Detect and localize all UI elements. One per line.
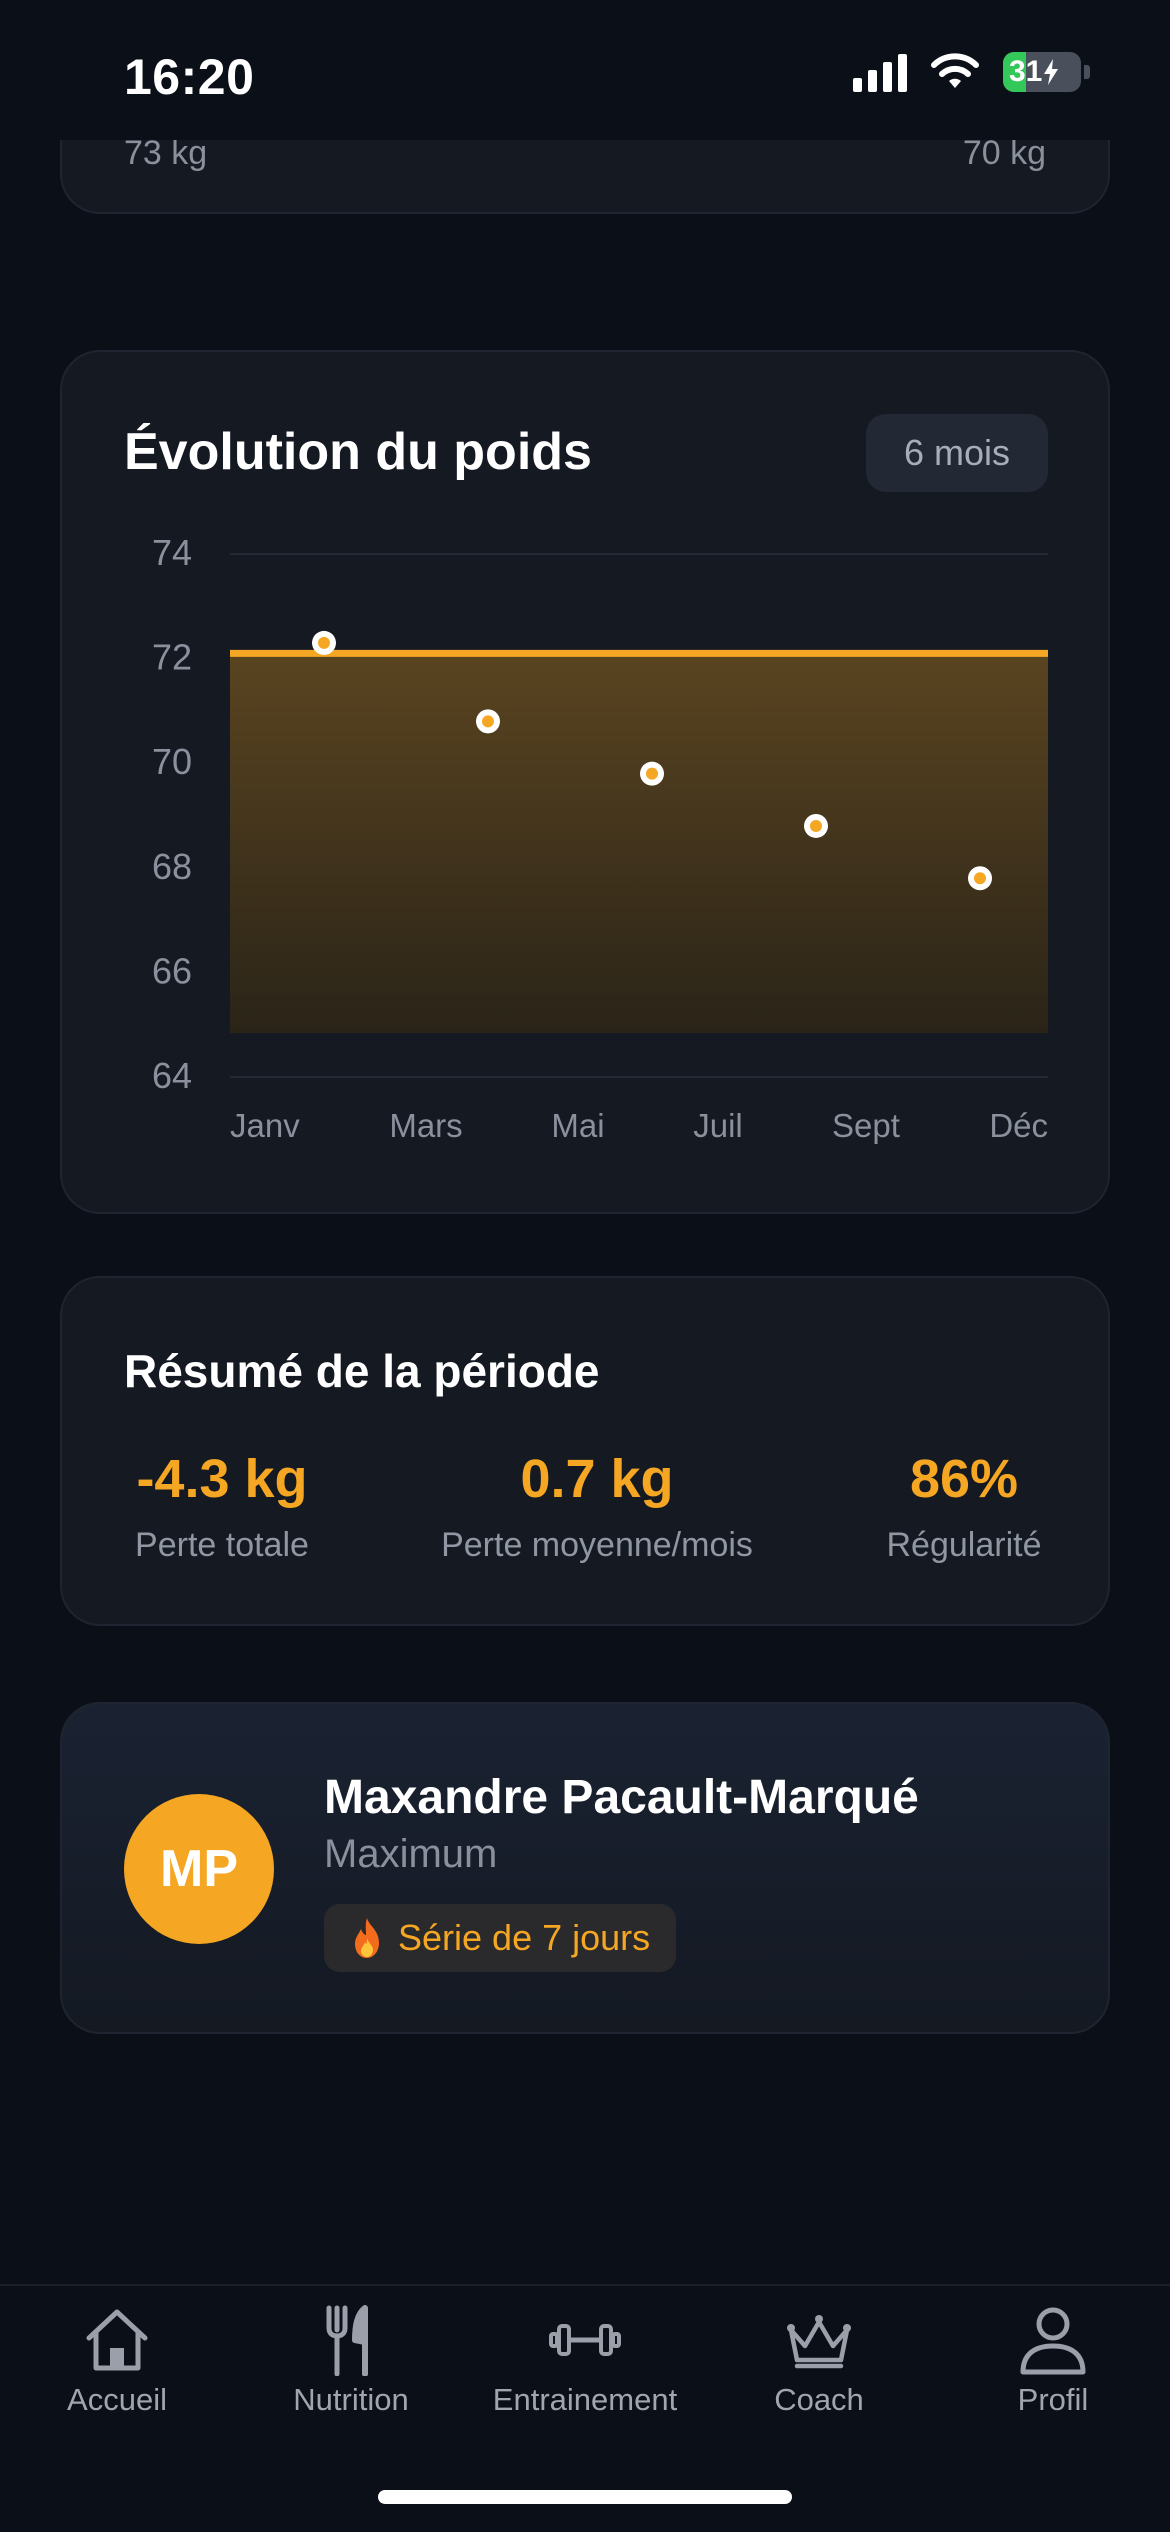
battery-icon: 31: [1003, 52, 1081, 92]
y-tick-label: 70: [152, 741, 192, 782]
x-tick-label: Mars: [389, 1107, 462, 1144]
stat-label: Perte totale: [135, 1526, 309, 1564]
stat-total-loss: -4.3 kg Perte totale: [124, 1448, 320, 1565]
weight-chart-card: 74 72 70 68 66 64 Janv Mars Mai Juil Sept Déc Évolu…: [60, 350, 1110, 1214]
person-icon: [1020, 2307, 1086, 2375]
home-indicator: [378, 2490, 792, 2504]
stat-regularity: 86% Régularité: [874, 1448, 1054, 1565]
area-fill: [230, 653, 1048, 1033]
app-screen: 73 kg 70 kg 16:20 31 74 72 70 68 66 64 J…: [0, 0, 1170, 2532]
period-selector[interactable]: 6 mois: [865, 414, 1048, 492]
status-bar: 16:20 31: [0, 0, 1170, 140]
chart-title: Évolution du poids: [124, 423, 592, 481]
flame-icon: [355, 1918, 379, 1958]
tab-label: Profil: [1017, 2382, 1089, 2417]
y-tick-label: 64: [152, 1055, 192, 1096]
battery-tip: [1084, 65, 1090, 79]
wifi-icon: [931, 53, 979, 88]
battery-level: 31: [1009, 55, 1043, 88]
streak-badge: Série de 7 jours: [324, 1904, 677, 1972]
charging-bolt-icon: [1044, 59, 1059, 85]
tab-label: Accueil: [67, 2382, 167, 2417]
stat-average-loss: 0.7 kg Perte moyenne/mois: [425, 1448, 769, 1565]
status-time: 16:20: [124, 49, 255, 105]
data-point-center: [646, 767, 658, 780]
tab-nutrition[interactable]: Nutrition: [234, 2304, 468, 2418]
dumbbell-icon: [549, 2324, 621, 2356]
stat-label: Régularité: [886, 1526, 1042, 1564]
tab-coach[interactable]: Coach: [702, 2304, 936, 2418]
data-point-center: [318, 636, 330, 649]
x-tick-label: Déc: [989, 1107, 1048, 1144]
x-tick-label: Juil: [693, 1107, 743, 1144]
y-tick-label: 66: [152, 950, 192, 991]
fork-knife-icon: [326, 2305, 368, 2376]
status-icons: 31: [853, 52, 1090, 92]
profile-plan: Maximum: [324, 1832, 498, 1876]
tab-profil[interactable]: Profil: [936, 2304, 1170, 2418]
stat-value: 86%: [909, 1449, 1019, 1509]
tab-accueil[interactable]: Accueil: [0, 2304, 234, 2418]
x-tick-label: Mai: [551, 1107, 604, 1144]
y-tick-label: 72: [152, 637, 192, 678]
summary-title: Résumé de la période: [124, 1345, 600, 1397]
home-icon: [86, 2309, 148, 2371]
period-summary-card: Résumé de la période -4.3 kg Perte total…: [60, 1276, 1110, 1626]
avatar: MP: [124, 1794, 274, 1944]
profile-card[interactable]: MP Maxandre Pacault-Marqué Maximum Série…: [60, 1702, 1110, 2034]
stat-value: 0.7 kg: [520, 1449, 674, 1509]
y-tick-label: 74: [152, 532, 192, 573]
data-point-center: [974, 872, 986, 885]
x-tick-label: Janv: [230, 1107, 300, 1144]
data-point-center: [810, 819, 822, 832]
streak-label: Série de 7 jours: [398, 1917, 651, 1958]
tab-entrainement[interactable]: Entrainement: [468, 2304, 702, 2418]
data-point-center: [482, 715, 494, 728]
stat-label: Perte moyenne/mois: [441, 1526, 753, 1564]
stat-value: -4.3 kg: [136, 1449, 308, 1509]
profile-name: Maxandre Pacault-Marqué: [324, 1771, 919, 1824]
crown-icon: [787, 2315, 851, 2369]
cellular-signal-icon: [853, 52, 907, 92]
x-tick-label: Sept: [832, 1107, 900, 1144]
tab-label: Coach: [774, 2382, 864, 2417]
tab-label: Entrainement: [492, 2382, 678, 2417]
y-tick-label: 68: [152, 846, 192, 887]
tab-label: Nutrition: [293, 2382, 409, 2417]
